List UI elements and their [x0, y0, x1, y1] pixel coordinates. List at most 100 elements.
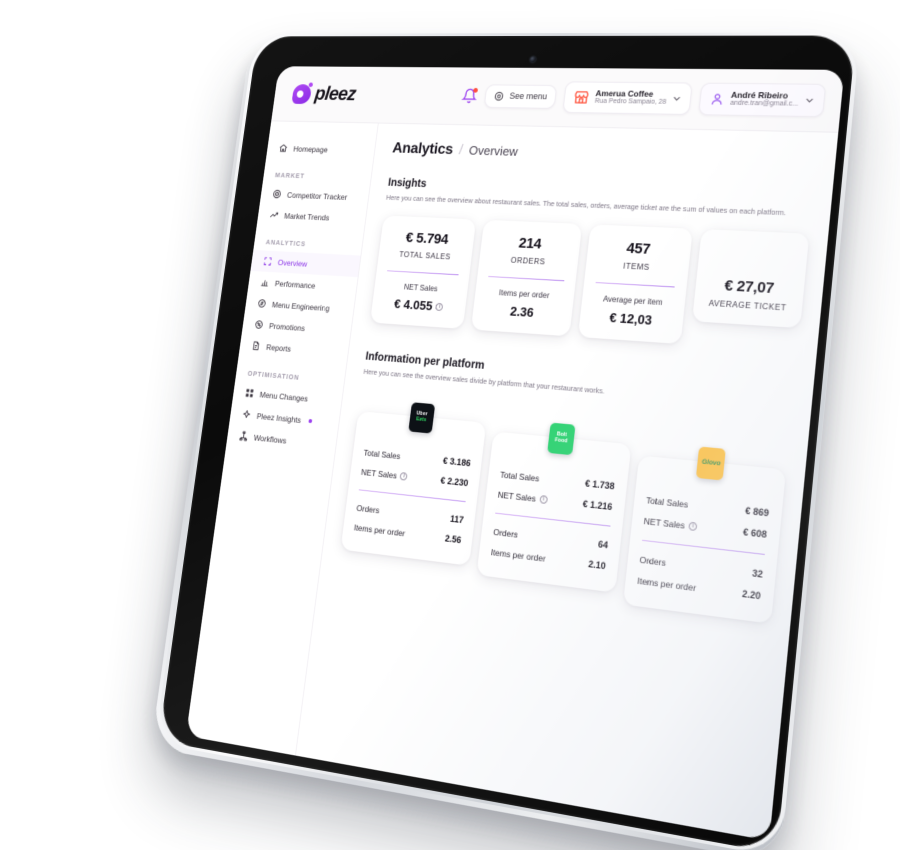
- row-label: Items per order: [490, 547, 547, 565]
- kpi-value: 214: [517, 234, 543, 253]
- bar-chart-icon: [260, 277, 270, 288]
- row-label: Total Sales: [499, 469, 540, 484]
- kpi-sub-value: 2.36: [509, 303, 535, 321]
- app-header: pleez See menu Amerua Coffee Rua Pedro S…: [271, 66, 845, 133]
- logo-line-2: Eats: [415, 416, 427, 424]
- platform-row-total-sales: Total Sales € 869: [643, 490, 772, 525]
- kpi-value: 457: [625, 239, 652, 258]
- bell-icon[interactable]: [461, 88, 479, 104]
- platform-row-total-sales: Total Sales € 1.738: [497, 464, 618, 497]
- kpi-label: AVERAGE TICKET: [708, 298, 787, 313]
- pleez-mark-icon: [291, 83, 313, 104]
- boltfood-logo: Bolt Food: [547, 422, 576, 456]
- tablet-device: pleez See menu Amerua Coffee Rua Pedro S…: [150, 10, 861, 850]
- info-icon[interactable]: i: [688, 521, 698, 532]
- row-value: € 608: [742, 526, 768, 541]
- document-icon: [251, 340, 261, 351]
- row-value: € 1.216: [582, 498, 613, 513]
- user-email: andre.tran@gmail.c...: [729, 100, 799, 109]
- row-label: Items per order: [636, 575, 697, 594]
- globe-icon: [494, 91, 505, 101]
- info-icon[interactable]: i: [399, 472, 409, 481]
- front-camera-icon: [529, 56, 536, 63]
- sidebar-item-label: Overview: [277, 257, 308, 269]
- target-icon: [272, 189, 282, 199]
- sidebar-item-label: Pleez Insights: [256, 410, 302, 425]
- insights-description: Here you can see the overview about rest…: [385, 193, 787, 218]
- trend-up-icon: [269, 210, 279, 220]
- logo-line-2: Food: [554, 437, 568, 445]
- row-label: Total Sales: [363, 447, 401, 462]
- platform-row-net-sales: NET Sales i € 1.216: [495, 484, 616, 517]
- breadcrumb-current: Overview: [468, 143, 519, 159]
- row-label: NET Sales: [360, 467, 398, 481]
- logo-line-1: Glovo: [701, 458, 722, 468]
- platform-row-orders: Orders 32: [637, 549, 766, 586]
- kpi-sub-value: € 12,03: [608, 310, 653, 328]
- row-label: Orders: [355, 503, 380, 516]
- sidebar-item-label: Reports: [265, 341, 292, 354]
- platform-card-glovo: Glovo Total Sales € 869 NET Sales i € 608: [622, 446, 787, 624]
- row-value: 32: [751, 567, 764, 580]
- kpi-sub-label: Items per order: [498, 288, 550, 301]
- insights-badge-dot: [308, 418, 313, 423]
- kpi-label: ITEMS: [622, 261, 651, 273]
- row-value: 2.20: [741, 588, 762, 602]
- grid-icon: [263, 256, 273, 267]
- platform-card-grid: Uber Eats Total Sales € 3.186 NET Sales i: [338, 390, 790, 624]
- platform-card-ubereats: Uber Eats Total Sales € 3.186 NET Sales i: [340, 402, 487, 566]
- kpi-card-orders: 214 ORDERS Items per order 2.36: [471, 219, 582, 337]
- kpi-divider: [488, 276, 564, 282]
- platform-row-items-per-order: Items per order 2.10: [488, 542, 609, 577]
- squares-icon: [245, 388, 254, 398]
- sidebar-item-label: Promotions: [268, 320, 306, 333]
- kpi-card-total-sales: € 5.794 TOTAL SALES NET Sales € 4.055 i: [369, 215, 477, 330]
- brand-logo[interactable]: pleez: [291, 83, 357, 105]
- see-menu-label: See menu: [508, 91, 548, 102]
- tablet-screen: pleez See menu Amerua Coffee Rua Pedro S…: [185, 66, 845, 841]
- platform-row-items-per-order: Items per order 2.20: [634, 570, 764, 607]
- info-icon[interactable]: i: [539, 495, 548, 505]
- compass-icon: [257, 298, 267, 309]
- sidebar-item-label: Menu Changes: [259, 389, 309, 404]
- kpi-sub-label: NET Sales: [403, 282, 439, 294]
- row-value: € 869: [744, 505, 770, 519]
- restaurant-address: Rua Pedro Sampaio, 28: [594, 98, 667, 107]
- ubereats-logo: Uber Eats: [407, 402, 435, 434]
- see-menu-button[interactable]: See menu: [483, 84, 558, 109]
- breadcrumb: Analytics / Overview: [391, 140, 817, 169]
- sidebar-section-market: MARKET: [274, 170, 306, 181]
- logo-line-1: Bolt: [556, 431, 568, 439]
- glovo-logo: Glovo: [696, 446, 727, 481]
- breadcrumb-parent[interactable]: Analytics: [391, 140, 454, 158]
- screenshot-root: pleez See menu Amerua Coffee Rua Pedro S…: [0, 0, 900, 850]
- chevron-down-icon: [672, 94, 682, 103]
- row-value: € 2.230: [440, 475, 469, 489]
- platform-divider: [495, 512, 611, 527]
- info-icon[interactable]: i: [435, 302, 444, 311]
- kpi-sub-label: Average per item: [602, 294, 663, 308]
- sidebar-item-label: Competitor Tracker: [286, 189, 348, 202]
- row-value: 64: [597, 539, 609, 551]
- kpi-card-grid: € 5.794 TOTAL SALES NET Sales € 4.055 i: [369, 215, 810, 353]
- user-icon: [709, 92, 725, 107]
- row-value: € 1.738: [584, 478, 616, 492]
- row-label: Items per order: [353, 522, 406, 539]
- platform-row-net-sales: NET Sales i € 608: [641, 510, 770, 545]
- device-bezel: pleez See menu Amerua Coffee Rua Pedro S…: [158, 35, 857, 850]
- user-selector[interactable]: André Ribeiro andre.tran@gmail.c...: [698, 83, 827, 117]
- kpi-value: € 5.794: [404, 229, 450, 248]
- restaurant-selector[interactable]: Amerua Coffee Rua Pedro Sampaio, 28: [562, 81, 693, 115]
- brand-name: pleez: [313, 83, 357, 105]
- sidebar-item-label: Market Trends: [283, 210, 330, 222]
- breadcrumb-separator: /: [458, 142, 464, 159]
- tag-icon: [254, 319, 264, 330]
- workflow-icon: [238, 430, 248, 441]
- row-value: 2.56: [444, 533, 462, 546]
- kpi-divider: [387, 270, 459, 276]
- kpi-sub-value: € 4.055: [393, 296, 434, 314]
- row-value: 117: [449, 513, 465, 526]
- chevron-down-icon: [804, 96, 814, 105]
- sparkle-icon: [241, 409, 251, 420]
- kpi-value: € 27,07: [723, 277, 775, 298]
